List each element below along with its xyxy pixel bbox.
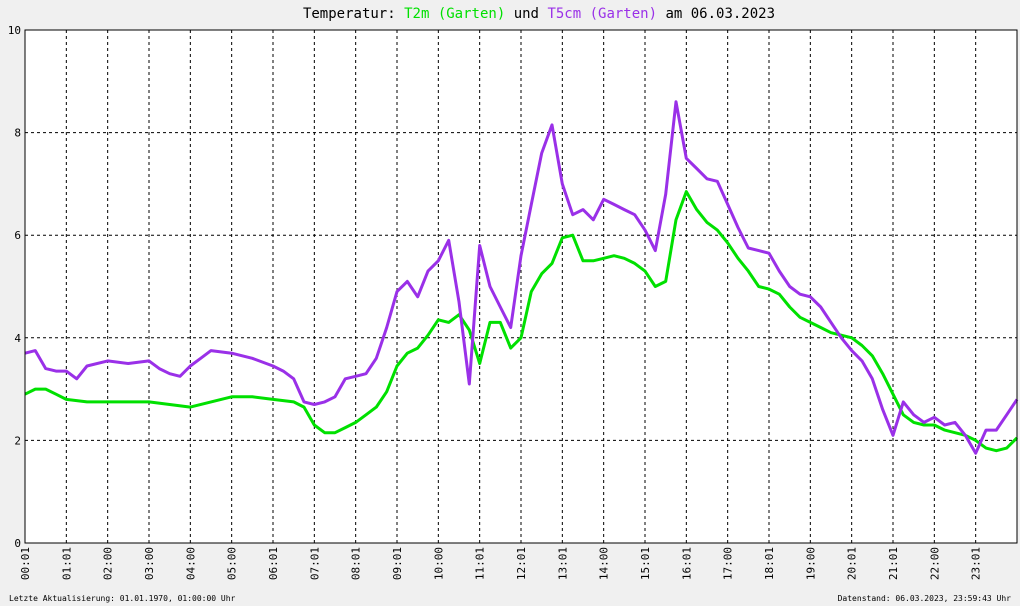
x-tick-02-00: 02:00 [102,547,115,580]
x-tick-07-01: 07:01 [308,547,321,580]
x-tick-18-01: 18:01 [763,547,776,580]
chart-frame: 0 2 4 6 8 10 00:01 01:01 02:00 03:00 04:00 05:00 06… [0,0,1020,606]
y-axis-ticks: 0246810 [8,24,22,550]
title-prefix: Temperatur: [303,6,396,22]
x-tick-12-01: 12:01 [515,547,528,580]
x-tick-00-01: 00:01 [19,547,32,580]
x-tick-01-01: 01:01 [60,547,73,580]
x-tick-21-01: 21:01 [887,547,900,580]
x-tick-22-00: 22:00 [928,547,941,580]
x-tick-19-00: 19:00 [804,547,817,580]
x-tick-03-00: 03:00 [143,547,156,580]
x-axis-ticks: 00:01 01:01 02:00 03:00 04:00 05:00 06:01 07:01… [19,547,983,580]
x-tick-10-00: 10:00 [432,547,445,580]
x-tick-06-01: 06:01 [267,547,280,580]
y-tick-10: 10 [8,24,21,37]
title-suffix: am 06.03.2023 [665,6,775,22]
y-tick-6: 6 [14,229,21,242]
title-mid: und [514,6,539,22]
x-tick-08-01: 08:01 [350,547,363,580]
title-series-1: T2m (Garten) [404,6,505,22]
x-tick-16-01: 16:01 [680,547,693,580]
footer-data-status: Datenstand: 06.03.2023, 23:59:43 Uhr [838,594,1012,603]
x-tick-20-01: 20:01 [846,547,859,580]
x-tick-15-01: 15:01 [639,547,652,580]
x-tick-05-00: 05:00 [226,547,239,580]
footer-last-update: Letzte Aktualisierung: 01.01.1970, 01:00… [9,594,236,603]
chart-title: Temperatur: T2m (Garten) und T5cm (Garte… [303,6,775,22]
x-tick-11-01: 11:01 [474,547,487,580]
x-tick-17-00: 17:00 [722,547,735,580]
title-series-2: T5cm (Garten) [547,6,657,22]
plot-background [25,30,1017,543]
y-tick-8: 8 [14,127,21,140]
x-tick-14-00: 14:00 [598,547,611,580]
x-tick-13-01: 13:01 [556,547,569,580]
x-tick-09-01: 09:01 [391,547,404,580]
x-tick-04-00: 04:00 [184,547,197,580]
y-tick-4: 4 [14,332,21,345]
temperature-chart: 0246810 00:01 01:01 02:00 03:00 04:00 05:00 06… [8,6,1019,603]
y-tick-2: 2 [14,434,21,447]
x-tick-23-01: 23:01 [970,547,983,580]
